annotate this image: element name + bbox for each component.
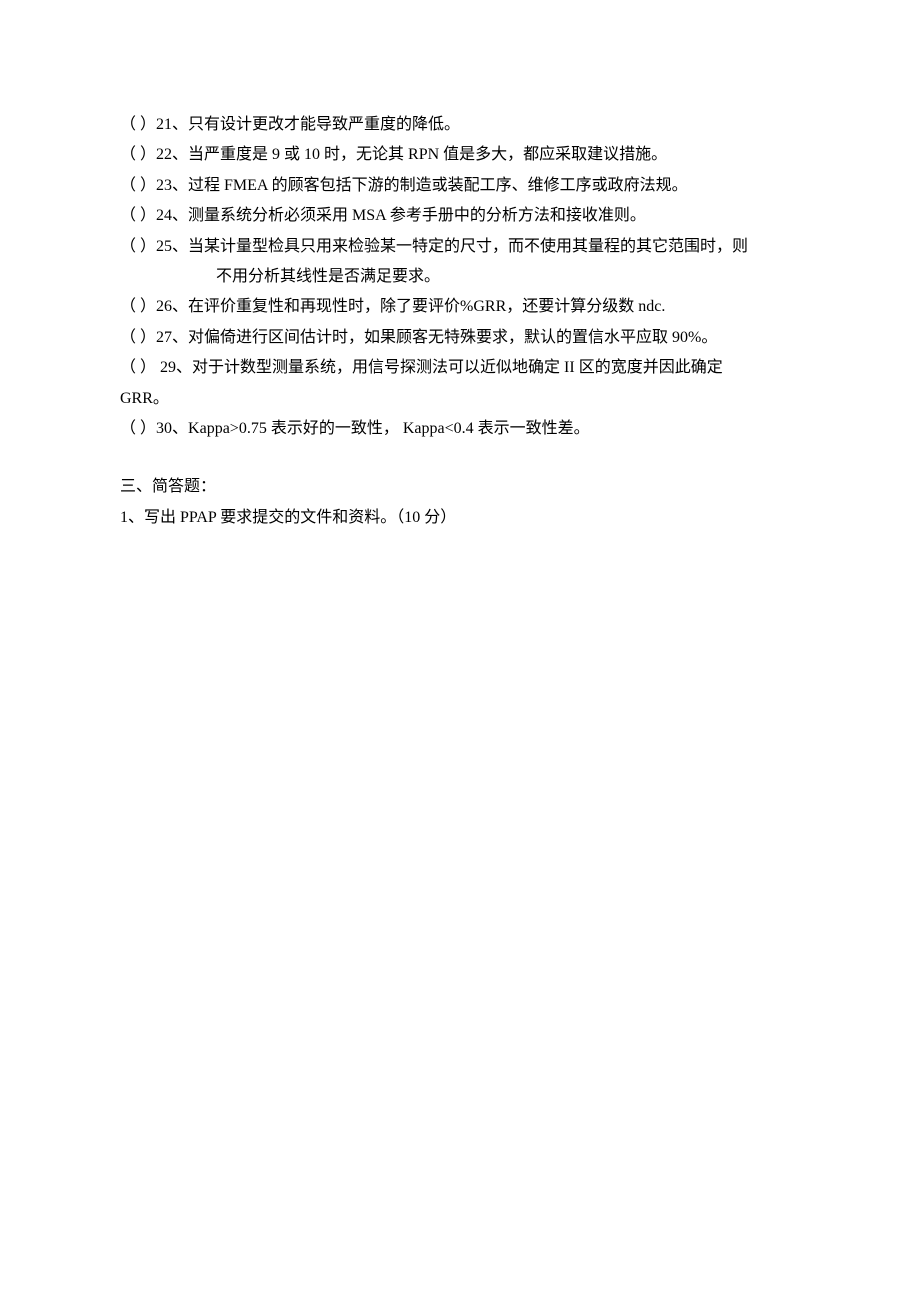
- paren-close-number: ）24、: [140, 207, 188, 224]
- paren-close-number: ）21、: [140, 116, 188, 133]
- question-text: Kappa>0.75 表示好的一致性， Kappa<0.4 表示一致性差。: [188, 420, 590, 437]
- paren-open: （: [120, 146, 136, 163]
- heading-text: 三、简答题：: [120, 478, 216, 495]
- paren-close-number: ）25、: [140, 238, 188, 255]
- question-text: 在评价重复性和再现性时，除了要评价%GRR，还要计算分级数 ndc.: [188, 298, 665, 315]
- question-text: 对偏倚进行区间估计时，如果顾客无特殊要求，默认的置信水平应取 90%。: [188, 329, 717, 346]
- paren-close-number: ） 29、: [140, 359, 192, 376]
- question-text: GRR。: [120, 390, 169, 407]
- paren-open: （: [120, 329, 136, 346]
- tf-question-22: （ ）22、当严重度是 9 或 10 时，无论其 RPN 值是多大，都应采取建议…: [120, 140, 800, 170]
- paren-open: （: [120, 359, 136, 376]
- paren-close-number: ）30、: [140, 420, 188, 437]
- question-text: 测量系统分析必须采用 MSA 参考手册中的分析方法和接收准则。: [188, 207, 646, 224]
- tf-question-23: （ ）23、过程 FMEA 的顾客包括下游的制造或装配工序、维修工序或政府法规。: [120, 171, 800, 201]
- tf-question-29-cont: GRR。: [120, 384, 800, 414]
- tf-question-25: （ ）25、当某计量型检具只用来检验某一特定的尺寸，而不使用其量程的其它范围时，…: [120, 232, 800, 262]
- tf-question-27: （ ）27、对偏倚进行区间估计时，如果顾客无特殊要求，默认的置信水平应取 90%…: [120, 323, 800, 353]
- paren-close-number: ）26、: [140, 298, 188, 315]
- paren-open: （: [120, 177, 136, 194]
- paren-close-number: ）23、: [140, 177, 188, 194]
- paren-open: （: [120, 116, 136, 133]
- paren-open: （: [120, 207, 136, 224]
- tf-question-24: （ ）24、测量系统分析必须采用 MSA 参考手册中的分析方法和接收准则。: [120, 201, 800, 231]
- tf-question-25-cont: 不用分析其线性是否满足要求。: [120, 262, 800, 292]
- question-text: 过程 FMEA 的顾客包括下游的制造或装配工序、维修工序或政府法规。: [188, 177, 688, 194]
- paren-open: （: [120, 238, 136, 255]
- paren-close-number: ）22、: [140, 146, 188, 163]
- question-text: 1、写出 PPAP 要求提交的文件和资料。（10 分）: [120, 509, 456, 526]
- question-text: 对于计数型测量系统，用信号探测法可以近似地确定 II 区的宽度并因此确定: [192, 359, 723, 376]
- paren-open: （: [120, 420, 136, 437]
- document-page: （ ）21、只有设计更改才能导致严重度的降低。 （ ）22、当严重度是 9 或 …: [0, 0, 920, 1302]
- question-text: 当某计量型检具只用来检验某一特定的尺寸，而不使用其量程的其它范围时，则: [188, 238, 748, 255]
- section-3-heading: 三、简答题：: [120, 472, 800, 502]
- question-text: 不用分析其线性是否满足要求。: [216, 268, 440, 285]
- tf-question-29: （ ） 29、对于计数型测量系统，用信号探测法可以近似地确定 II 区的宽度并因…: [120, 353, 800, 383]
- question-text: 当严重度是 9 或 10 时，无论其 RPN 值是多大，都应采取建议措施。: [188, 146, 667, 163]
- tf-question-21: （ ）21、只有设计更改才能导致严重度的降低。: [120, 110, 800, 140]
- paren-open: （: [120, 298, 136, 315]
- question-text: 只有设计更改才能导致严重度的降低。: [188, 116, 460, 133]
- paren-close-number: ）27、: [140, 329, 188, 346]
- tf-question-30: （ ）30、Kappa>0.75 表示好的一致性， Kappa<0.4 表示一致…: [120, 414, 800, 444]
- tf-question-26: （ ）26、在评价重复性和再现性时，除了要评价%GRR，还要计算分级数 ndc.: [120, 292, 800, 322]
- short-answer-q1: 1、写出 PPAP 要求提交的文件和资料。（10 分）: [120, 503, 800, 533]
